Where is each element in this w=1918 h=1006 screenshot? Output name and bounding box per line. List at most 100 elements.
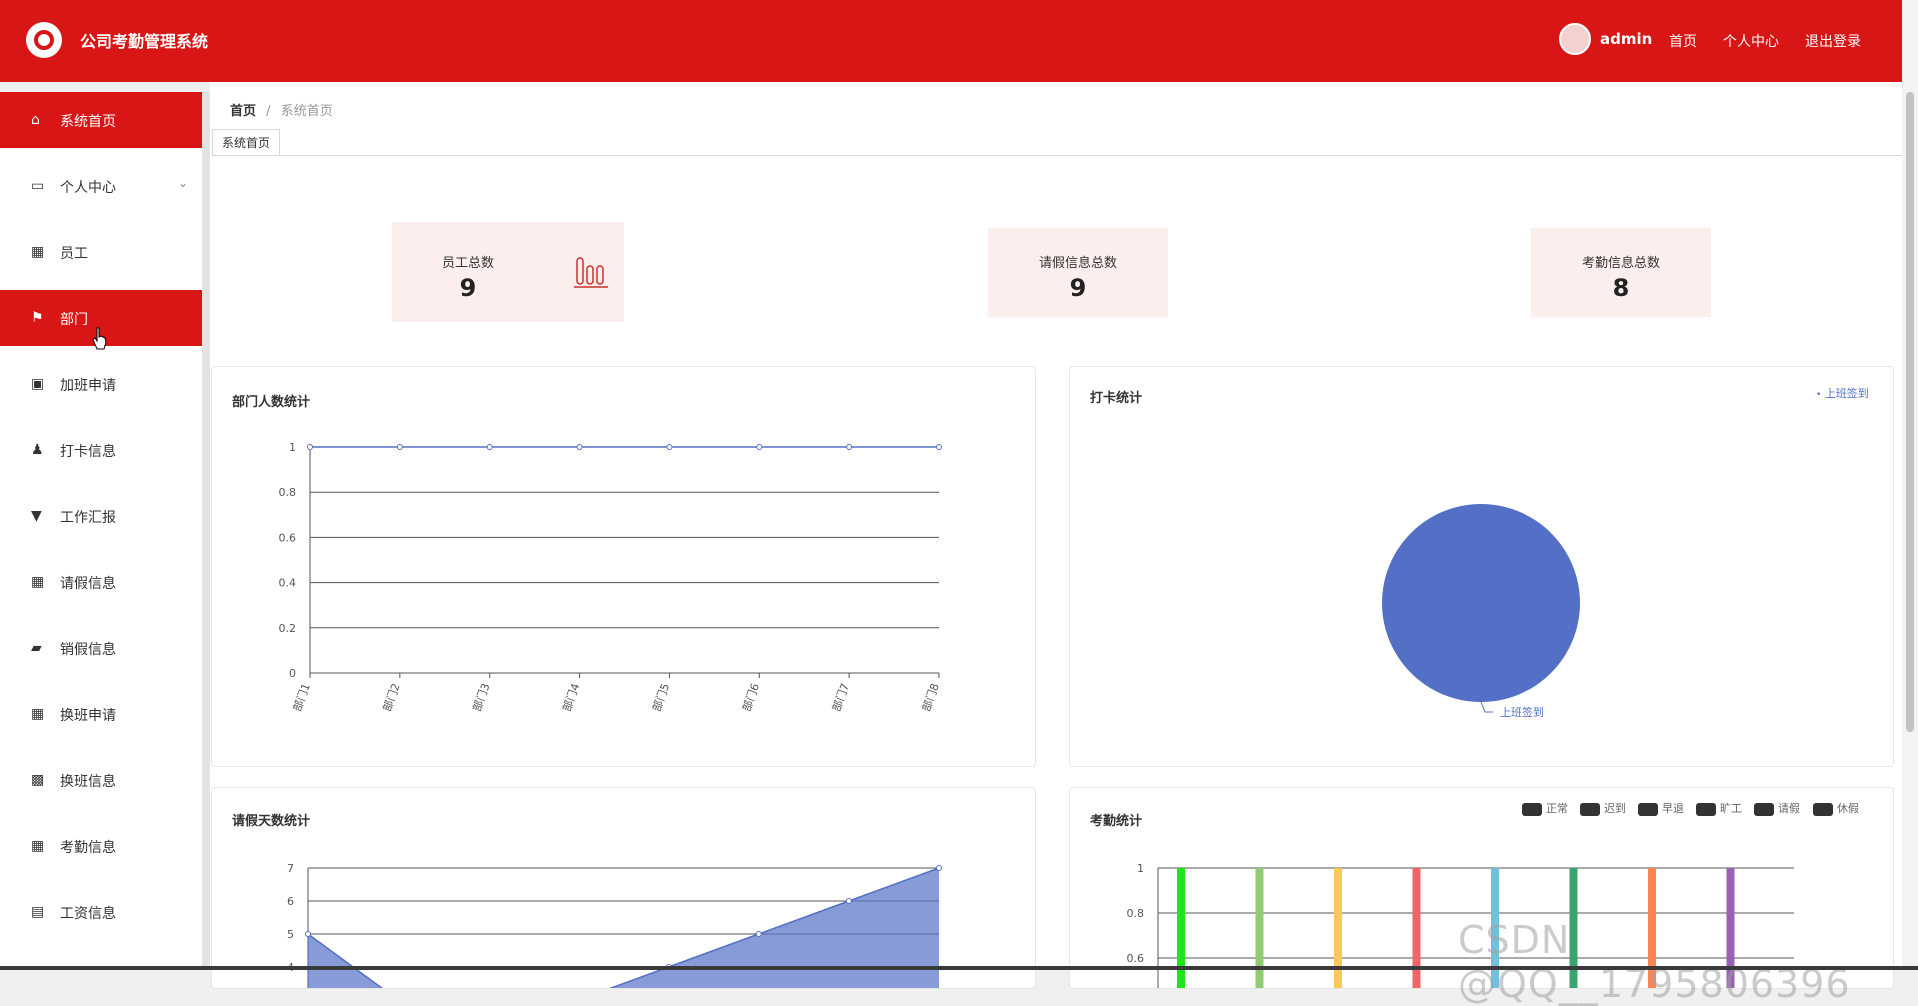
y-tick-label: 6 [287, 895, 294, 908]
punch-pie-chart: 上班签到 [1382, 504, 1580, 719]
sidebar-item-label: 加班申请 [60, 378, 116, 394]
sidebar-item-label: 打卡信息 [60, 444, 116, 460]
sidebar-item-label: 个人中心 [60, 180, 116, 196]
data-point[interactable] [486, 444, 493, 450]
sidebar-item-label: 换班信息 [60, 774, 116, 790]
sidebar-item-label: 换班申请 [60, 708, 116, 724]
sidebar-item-report[interactable]: ▼ 工作汇报 [0, 488, 210, 544]
y-tick-label: 0.4 [279, 577, 297, 590]
x-tick-label: 部门3 [469, 681, 492, 713]
flag-icon: ⚑ [31, 310, 44, 326]
y-tick-label: 0.8 [279, 486, 297, 499]
sidebar-item-punch[interactable]: ♟ 打卡信息 [0, 422, 210, 478]
sidebar-item-shift-apply[interactable]: ▦ 换班申请 [0, 686, 210, 742]
grid-icon: ▦ [31, 244, 45, 260]
breadcrumb: 首页 / 系统首页 [230, 100, 333, 119]
sidebar-item-salary[interactable]: ▤ 工资信息 [0, 884, 210, 940]
brush-icon: ▼ [31, 508, 42, 524]
app-logo [26, 22, 62, 58]
sidebar-item-label: 考勤信息 [60, 840, 116, 856]
logout-link[interactable]: 退出登录 [1805, 31, 1861, 51]
bar[interactable] [1177, 868, 1185, 988]
breadcrumb-home[interactable]: 首页 [230, 104, 256, 119]
y-tick-label: 0.6 [279, 531, 297, 544]
data-point[interactable] [666, 444, 673, 450]
x-tick-label: 部门4 [559, 681, 582, 713]
stat-title: 请假信息总数 [1038, 256, 1117, 271]
stat-card-attendance: 考勤信息总数 8 [1531, 228, 1711, 317]
briefcase-icon: ▰ [31, 640, 42, 656]
stat-title: 员工总数 [441, 256, 494, 271]
sidebar-scrollbar[interactable] [202, 92, 210, 970]
stat-card-leave: 请假信息总数 9 [988, 228, 1168, 317]
stat-value: 9 [1069, 274, 1087, 302]
pie-label-line [1480, 701, 1493, 713]
panel-dept-count: 部门人数统计 0 0.2 0.4 0.6 0.8 1 部门1 部门2 部门3 部门4 部门5 部门6 部… [211, 366, 1036, 767]
data-point[interactable] [846, 444, 853, 450]
breadcrumb-separator: / [266, 104, 271, 119]
y-tick-label: 1 [1137, 862, 1144, 875]
bar-chart-icon [574, 257, 608, 288]
nav-profile-link[interactable]: 个人中心 [1723, 31, 1779, 51]
y-tick-label: 1 [289, 441, 296, 454]
mouse-cursor-icon [92, 327, 107, 350]
data-point[interactable] [756, 444, 763, 450]
breadcrumb-current: 系统首页 [280, 104, 333, 119]
tab-home[interactable]: 系统首页 [212, 129, 280, 156]
x-tick-label: 部门8 [919, 681, 942, 713]
stat-title: 考勤信息总数 [1581, 256, 1660, 271]
sidebar-item-label: 员工 [60, 246, 88, 262]
data-point[interactable] [936, 865, 942, 871]
data-point[interactable] [307, 444, 313, 450]
stat-card-employees: 员工总数 9 [392, 222, 624, 322]
sidebar-item-label: 销假信息 [60, 642, 116, 658]
x-tick-label: 部门6 [739, 681, 762, 713]
sidebar-item-employee[interactable]: ▦ 员工 [0, 224, 210, 280]
data-point[interactable] [576, 444, 583, 450]
leave-area-chart: 4567 [287, 862, 942, 988]
bar[interactable] [1255, 868, 1264, 988]
tab-divider [212, 155, 1902, 156]
sidebar-item-overtime[interactable]: ▣ 加班申请 [0, 356, 210, 412]
sidebar-item-leave[interactable]: ▦ 请假信息 [0, 554, 210, 610]
sidebar-item-shift-info[interactable]: ▩ 换班信息 [0, 752, 210, 808]
home-icon: ⌂ [31, 112, 40, 128]
panel-leave-days: 请假天数统计 4567 [211, 787, 1036, 989]
clipboard-icon: ▣ [31, 376, 45, 392]
y-tick-label: 0.8 [1127, 907, 1145, 920]
avatar[interactable] [1559, 23, 1591, 55]
grid-icon: ▦ [31, 574, 45, 590]
grid9-icon: ▩ [31, 772, 45, 788]
sidebar-item-label: 部门 [60, 312, 88, 328]
sidebar-item-profile[interactable]: ▭ 个人中心 ⌄ [0, 158, 210, 214]
list-icon: ▤ [31, 904, 45, 920]
grid-icon: ▦ [31, 838, 45, 854]
data-point[interactable] [305, 931, 311, 937]
bar[interactable] [1334, 868, 1342, 988]
x-tick-label: 部门2 [380, 681, 403, 713]
sidebar: ⌂ 系统首页 ▭ 个人中心 ⌄ ▦ 员工 ⚑ 部门 ▣ 加班申请 ♟ 打卡信息 … [0, 92, 210, 970]
page-scrollbar-thumb[interactable] [1906, 92, 1914, 732]
data-point[interactable] [936, 444, 942, 450]
sidebar-item-label: 请假信息 [60, 576, 116, 592]
sidebar-item-cancel-leave[interactable]: ▰ 销假信息 [0, 620, 210, 676]
pie-slice[interactable] [1382, 504, 1580, 702]
data-point[interactable] [845, 898, 852, 904]
bar[interactable] [1412, 868, 1421, 988]
panel-punch: 打卡统计 • 上班签到 上班签到 [1069, 366, 1894, 767]
nav-home-link[interactable]: 首页 [1669, 31, 1697, 51]
sidebar-item-home[interactable]: ⌂ 系统首页 [0, 92, 210, 148]
data-point[interactable] [396, 444, 403, 450]
y-tick-label: 0 [289, 667, 296, 680]
top-header: 公司考勤管理系统 admin 首页 个人中心 退出登录 [0, 0, 1918, 82]
x-tick-label: 部门7 [829, 681, 852, 713]
user-name[interactable]: admin [1600, 30, 1652, 48]
sidebar-item-attendance[interactable]: ▦ 考勤信息 [0, 818, 210, 874]
x-tick-label: 部门5 [649, 681, 672, 713]
card-icon: ▭ [31, 178, 45, 194]
sidebar-item-label: 工作汇报 [60, 510, 116, 526]
data-point[interactable] [755, 931, 762, 937]
app-title: 公司考勤管理系统 [80, 32, 209, 51]
watermark: CSDN @QQ__1795806396 [1458, 918, 1851, 1006]
area-fill [308, 868, 939, 988]
